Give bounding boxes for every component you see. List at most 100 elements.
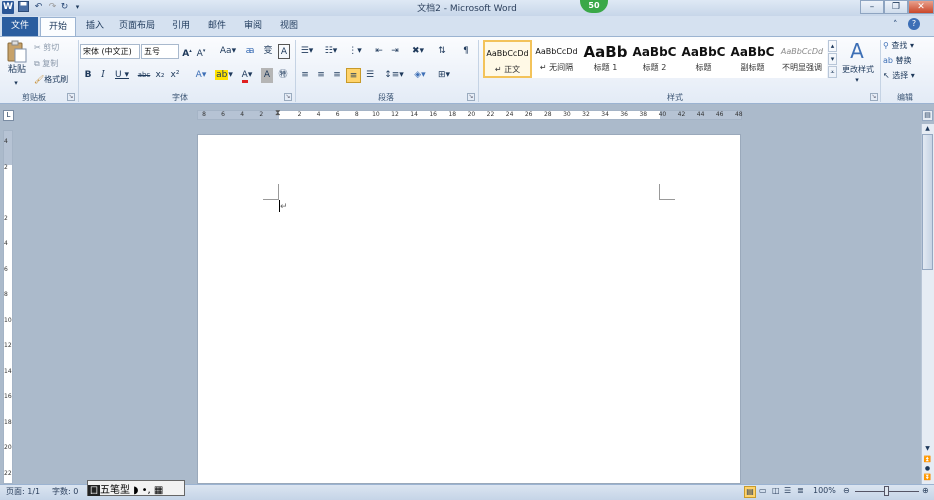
grow-font-icon[interactable]: A▴ xyxy=(181,44,193,59)
decrease-indent-icon[interactable]: ⇤ xyxy=(372,44,386,59)
style-sample: AaBbC xyxy=(681,45,726,59)
underline-icon[interactable]: U ▾ xyxy=(112,68,132,83)
minimize-icon[interactable]: – xyxy=(860,0,884,14)
close-icon[interactable]: ✕ xyxy=(908,0,934,14)
help-icon[interactable]: ? xyxy=(908,18,920,30)
browse-object-icon[interactable]: ● xyxy=(922,465,933,474)
format-painter-button[interactable]: 🖌格式刷 xyxy=(34,72,74,87)
zoom-out-icon[interactable]: ⊖ xyxy=(843,486,850,495)
highlight-icon[interactable]: ab▾ xyxy=(213,68,235,83)
tab-view[interactable]: 视图 xyxy=(274,17,304,36)
ruler-toggle-icon[interactable]: ▤ xyxy=(922,110,933,121)
zoom-slider-thumb[interactable] xyxy=(884,486,889,496)
italic-icon[interactable]: I xyxy=(97,68,109,83)
print-layout-icon[interactable]: ▤ xyxy=(744,486,756,498)
line-spacing-icon[interactable]: ↕≡▾ xyxy=(384,68,404,83)
tab-selector-icon[interactable]: L xyxy=(3,110,14,121)
shading-icon[interactable]: ◈▾ xyxy=(410,68,430,83)
scroll-up-icon[interactable]: ▲ xyxy=(922,124,933,133)
align-center-icon[interactable]: ≡ xyxy=(314,68,328,83)
minimize-ribbon-icon[interactable]: ˄ xyxy=(893,20,898,30)
styles-launcher-icon[interactable]: ↘ xyxy=(870,93,878,101)
zoom-level[interactable]: 100% xyxy=(813,486,836,495)
full-screen-reading-icon[interactable]: ▭ xyxy=(759,486,767,495)
clipboard-launcher-icon[interactable]: ↘ xyxy=(67,93,75,101)
phonetic-guide-icon[interactable]: 变 xyxy=(260,44,276,59)
borders-icon[interactable]: ⊞▾ xyxy=(434,68,454,83)
styles-scroll-down-icon[interactable]: ▾ xyxy=(828,53,837,65)
tab-review[interactable]: 审阅 xyxy=(238,17,268,36)
restore-icon[interactable]: ❐ xyxy=(884,0,908,14)
styles-more-icon[interactable]: ⩡ xyxy=(828,66,837,78)
paste-icon[interactable] xyxy=(6,40,28,64)
bold-icon[interactable]: B xyxy=(82,68,94,83)
scroll-down-icon[interactable]: ▼ xyxy=(922,445,933,454)
web-layout-icon[interactable]: ◫ xyxy=(772,486,780,495)
draft-view-icon[interactable]: ≣ xyxy=(797,486,804,495)
ime-logo-icon[interactable]: 囗 xyxy=(88,485,100,496)
style-title[interactable]: AaBbC 标题 xyxy=(679,40,728,78)
clear-format-icon[interactable]: ꜳ xyxy=(243,44,257,59)
tab-home[interactable]: 开始 xyxy=(40,17,76,36)
copy-button[interactable]: ⧉ 复制 xyxy=(34,56,68,71)
indent-marker-icon[interactable]: ⧗ xyxy=(275,108,281,118)
subscript-icon[interactable]: x₂ xyxy=(154,68,166,83)
tab-file[interactable]: 文件 xyxy=(2,17,38,36)
superscript-icon[interactable]: x² xyxy=(169,68,181,83)
style-heading-2[interactable]: AaBbC 标题 2 xyxy=(630,40,679,78)
show-marks-icon[interactable]: ¶ xyxy=(460,44,472,59)
style-no-spacing[interactable]: AaBbCcDd ↵ 无间隔 xyxy=(532,40,581,78)
font-size-combo[interactable]: 五号 xyxy=(141,44,179,59)
align-left-icon[interactable]: ≡ xyxy=(298,68,312,83)
font-color-icon[interactable]: A▾ xyxy=(237,68,257,83)
char-shading-icon[interactable]: A xyxy=(261,68,273,83)
ime-keyboard-icon[interactable]: ▦ xyxy=(151,485,163,496)
enclose-char-icon[interactable]: ㊕ xyxy=(276,68,290,83)
style-subtle-emphasis[interactable]: AaBbCcDd 不明显强调 xyxy=(777,40,827,78)
ime-mode-label[interactable]: 五笔型 xyxy=(100,485,130,496)
outline-view-icon[interactable]: ☰ xyxy=(784,486,791,495)
tab-insert[interactable]: 插入 xyxy=(80,17,110,36)
increase-indent-icon[interactable]: ⇥ xyxy=(388,44,402,59)
sort-icon[interactable]: ⇅ xyxy=(435,44,449,59)
zoom-in-icon[interactable]: ⊕ xyxy=(922,486,929,495)
strikethrough-icon[interactable]: abc xyxy=(137,68,151,83)
bullets-icon[interactable]: ☰▾ xyxy=(298,44,316,59)
align-right-icon[interactable]: ≡ xyxy=(330,68,344,83)
justify-icon[interactable]: ≡ xyxy=(346,68,361,83)
styles-scroll-up-icon[interactable]: ▴ xyxy=(828,40,837,52)
ime-toolbar[interactable]: 囗五笔型 ◗ •, ▦ xyxy=(87,480,185,496)
tab-page-layout[interactable]: 页面布局 xyxy=(114,17,160,36)
change-styles-icon[interactable]: A xyxy=(846,40,868,62)
style-sample: AaBbCcDd xyxy=(535,47,578,56)
tab-mailings[interactable]: 邮件 xyxy=(202,17,232,36)
style-subtitle[interactable]: AaBbC 副标题 xyxy=(728,40,777,78)
find-button[interactable]: ⚲ 查找 ▾ xyxy=(883,38,931,53)
prev-page-icon[interactable]: ⏫ xyxy=(922,456,933,465)
select-button[interactable]: ↖ 选择 ▾ xyxy=(883,68,931,83)
text-effects-icon[interactable]: A▾ xyxy=(191,68,211,83)
page-count[interactable]: 页面: 1/1 xyxy=(6,486,40,497)
char-border-icon[interactable]: A xyxy=(278,44,290,59)
style-heading-1[interactable]: AaBb 标题 1 xyxy=(581,40,630,78)
numbering-icon[interactable]: ☷▾ xyxy=(322,44,340,59)
change-styles-dropdown-icon[interactable]: ▾ xyxy=(850,73,864,88)
chinese-layout-icon[interactable]: ✖▾ xyxy=(408,44,428,59)
scroll-thumb[interactable] xyxy=(922,134,933,270)
ime-punctuation-icon[interactable]: •, xyxy=(138,485,151,496)
word-count[interactable]: 字数: 0 xyxy=(52,486,78,497)
paragraph-launcher-icon[interactable]: ↘ xyxy=(467,93,475,101)
next-page-icon[interactable]: ⏬ xyxy=(922,474,933,483)
distributed-icon[interactable]: ☰ xyxy=(363,68,377,83)
paste-dropdown-icon[interactable]: ▾ xyxy=(4,76,28,91)
vertical-ruler[interactable] xyxy=(3,130,13,484)
multilevel-list-icon[interactable]: ⋮▾ xyxy=(346,44,364,59)
font-name-combo[interactable]: 宋体 (中文正) xyxy=(80,44,140,59)
cut-button[interactable]: ✂ 剪切 xyxy=(34,40,68,55)
replace-button[interactable]: ab 替换 xyxy=(883,53,931,68)
change-case-icon[interactable]: Aa▾ xyxy=(218,44,238,59)
style-normal[interactable]: AaBbCcDd ↵ 正文 xyxy=(483,40,532,78)
shrink-font-icon[interactable]: A▾ xyxy=(195,44,207,59)
font-launcher-icon[interactable]: ↘ xyxy=(284,93,292,101)
tab-references[interactable]: 引用 xyxy=(166,17,196,36)
